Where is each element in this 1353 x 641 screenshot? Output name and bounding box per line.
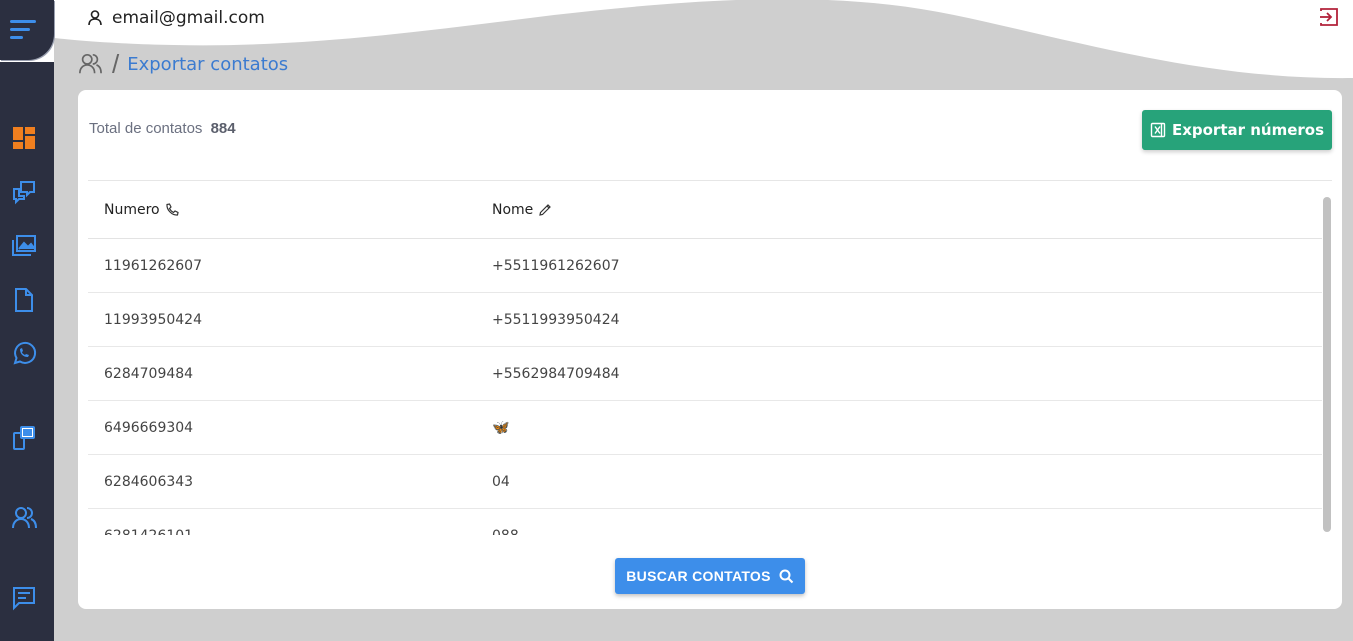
scrollbar-thumb[interactable] bbox=[1323, 197, 1331, 532]
excel-icon bbox=[1150, 122, 1166, 138]
user-icon bbox=[88, 10, 102, 26]
user-email: email@gmail.com bbox=[112, 8, 265, 28]
breadcrumb: / Exportar contatos bbox=[78, 48, 288, 79]
column-header-numero[interactable]: Numero bbox=[88, 202, 492, 218]
cell-numero: 6496669304 bbox=[104, 419, 194, 436]
cell-numero: 6284709484 bbox=[104, 365, 194, 382]
breadcrumb-current[interactable]: Exportar contatos bbox=[127, 54, 288, 75]
cell-nome: +5562984709484 bbox=[492, 365, 620, 382]
table-row[interactable]: 11961262607 +5511961262607 bbox=[88, 239, 1322, 293]
message-icon[interactable] bbox=[11, 585, 37, 611]
cell-nome: +5511993950424 bbox=[492, 311, 620, 328]
table-row[interactable]: 6281426101 088 bbox=[88, 509, 1322, 536]
dashboard-icon[interactable] bbox=[11, 125, 37, 151]
table-row[interactable]: 6284709484 +5562984709484 bbox=[88, 347, 1322, 401]
contacts-table: Numero Nome 11961262607 +5511961262607 1… bbox=[88, 180, 1332, 535]
file-icon[interactable] bbox=[11, 287, 37, 313]
user-info: email@gmail.com bbox=[88, 7, 265, 29]
total-contacts: Total de contatos 884 bbox=[89, 120, 236, 137]
cell-numero: 6281426101 bbox=[88, 528, 492, 536]
pencil-icon bbox=[539, 203, 552, 216]
contacts-card: Total de contatos 884 Exportar números N… bbox=[78, 90, 1342, 609]
contacts-icon bbox=[79, 53, 102, 74]
logout-icon[interactable] bbox=[1319, 7, 1339, 27]
table-scrollbar[interactable] bbox=[1322, 185, 1332, 535]
phone-icon bbox=[166, 202, 179, 216]
export-button-label: Exportar números bbox=[1171, 121, 1325, 139]
cell-nome: +5511961262607 bbox=[492, 257, 620, 274]
table-row[interactable]: 6496669304 🦋 bbox=[88, 401, 1322, 455]
search-icon bbox=[779, 569, 793, 583]
table-header: Numero Nome bbox=[88, 181, 1322, 239]
cell-numero: 11961262607 bbox=[104, 257, 202, 274]
cell-numero: 11993950424 bbox=[104, 311, 202, 328]
sidebar bbox=[0, 0, 54, 641]
total-label: Total de contatos bbox=[89, 120, 203, 137]
search-button-label: BUSCAR CONTATOS bbox=[626, 568, 771, 584]
menu-icon[interactable] bbox=[10, 18, 38, 40]
chat-icon[interactable] bbox=[11, 179, 37, 205]
cell-nome: 088 bbox=[492, 528, 1322, 536]
devices-icon[interactable] bbox=[11, 425, 37, 451]
column-header-nome[interactable]: Nome bbox=[492, 202, 1322, 218]
cell-numero: 6284606343 bbox=[104, 473, 194, 490]
whatsapp-icon[interactable] bbox=[11, 340, 37, 366]
images-icon[interactable] bbox=[11, 233, 37, 259]
total-value: 884 bbox=[210, 120, 236, 137]
table-row[interactable]: 6284606343 04 bbox=[88, 455, 1322, 509]
table-row[interactable]: 11993950424 +5511993950424 bbox=[88, 293, 1322, 347]
export-numbers-button[interactable]: Exportar números bbox=[1142, 110, 1332, 150]
search-contacts-button[interactable]: BUSCAR CONTATOS bbox=[615, 558, 805, 594]
cell-nome: 🦋 bbox=[492, 419, 510, 436]
users-icon[interactable] bbox=[11, 505, 37, 531]
cell-nome: 04 bbox=[492, 473, 510, 490]
breadcrumb-separator: / bbox=[112, 48, 120, 79]
